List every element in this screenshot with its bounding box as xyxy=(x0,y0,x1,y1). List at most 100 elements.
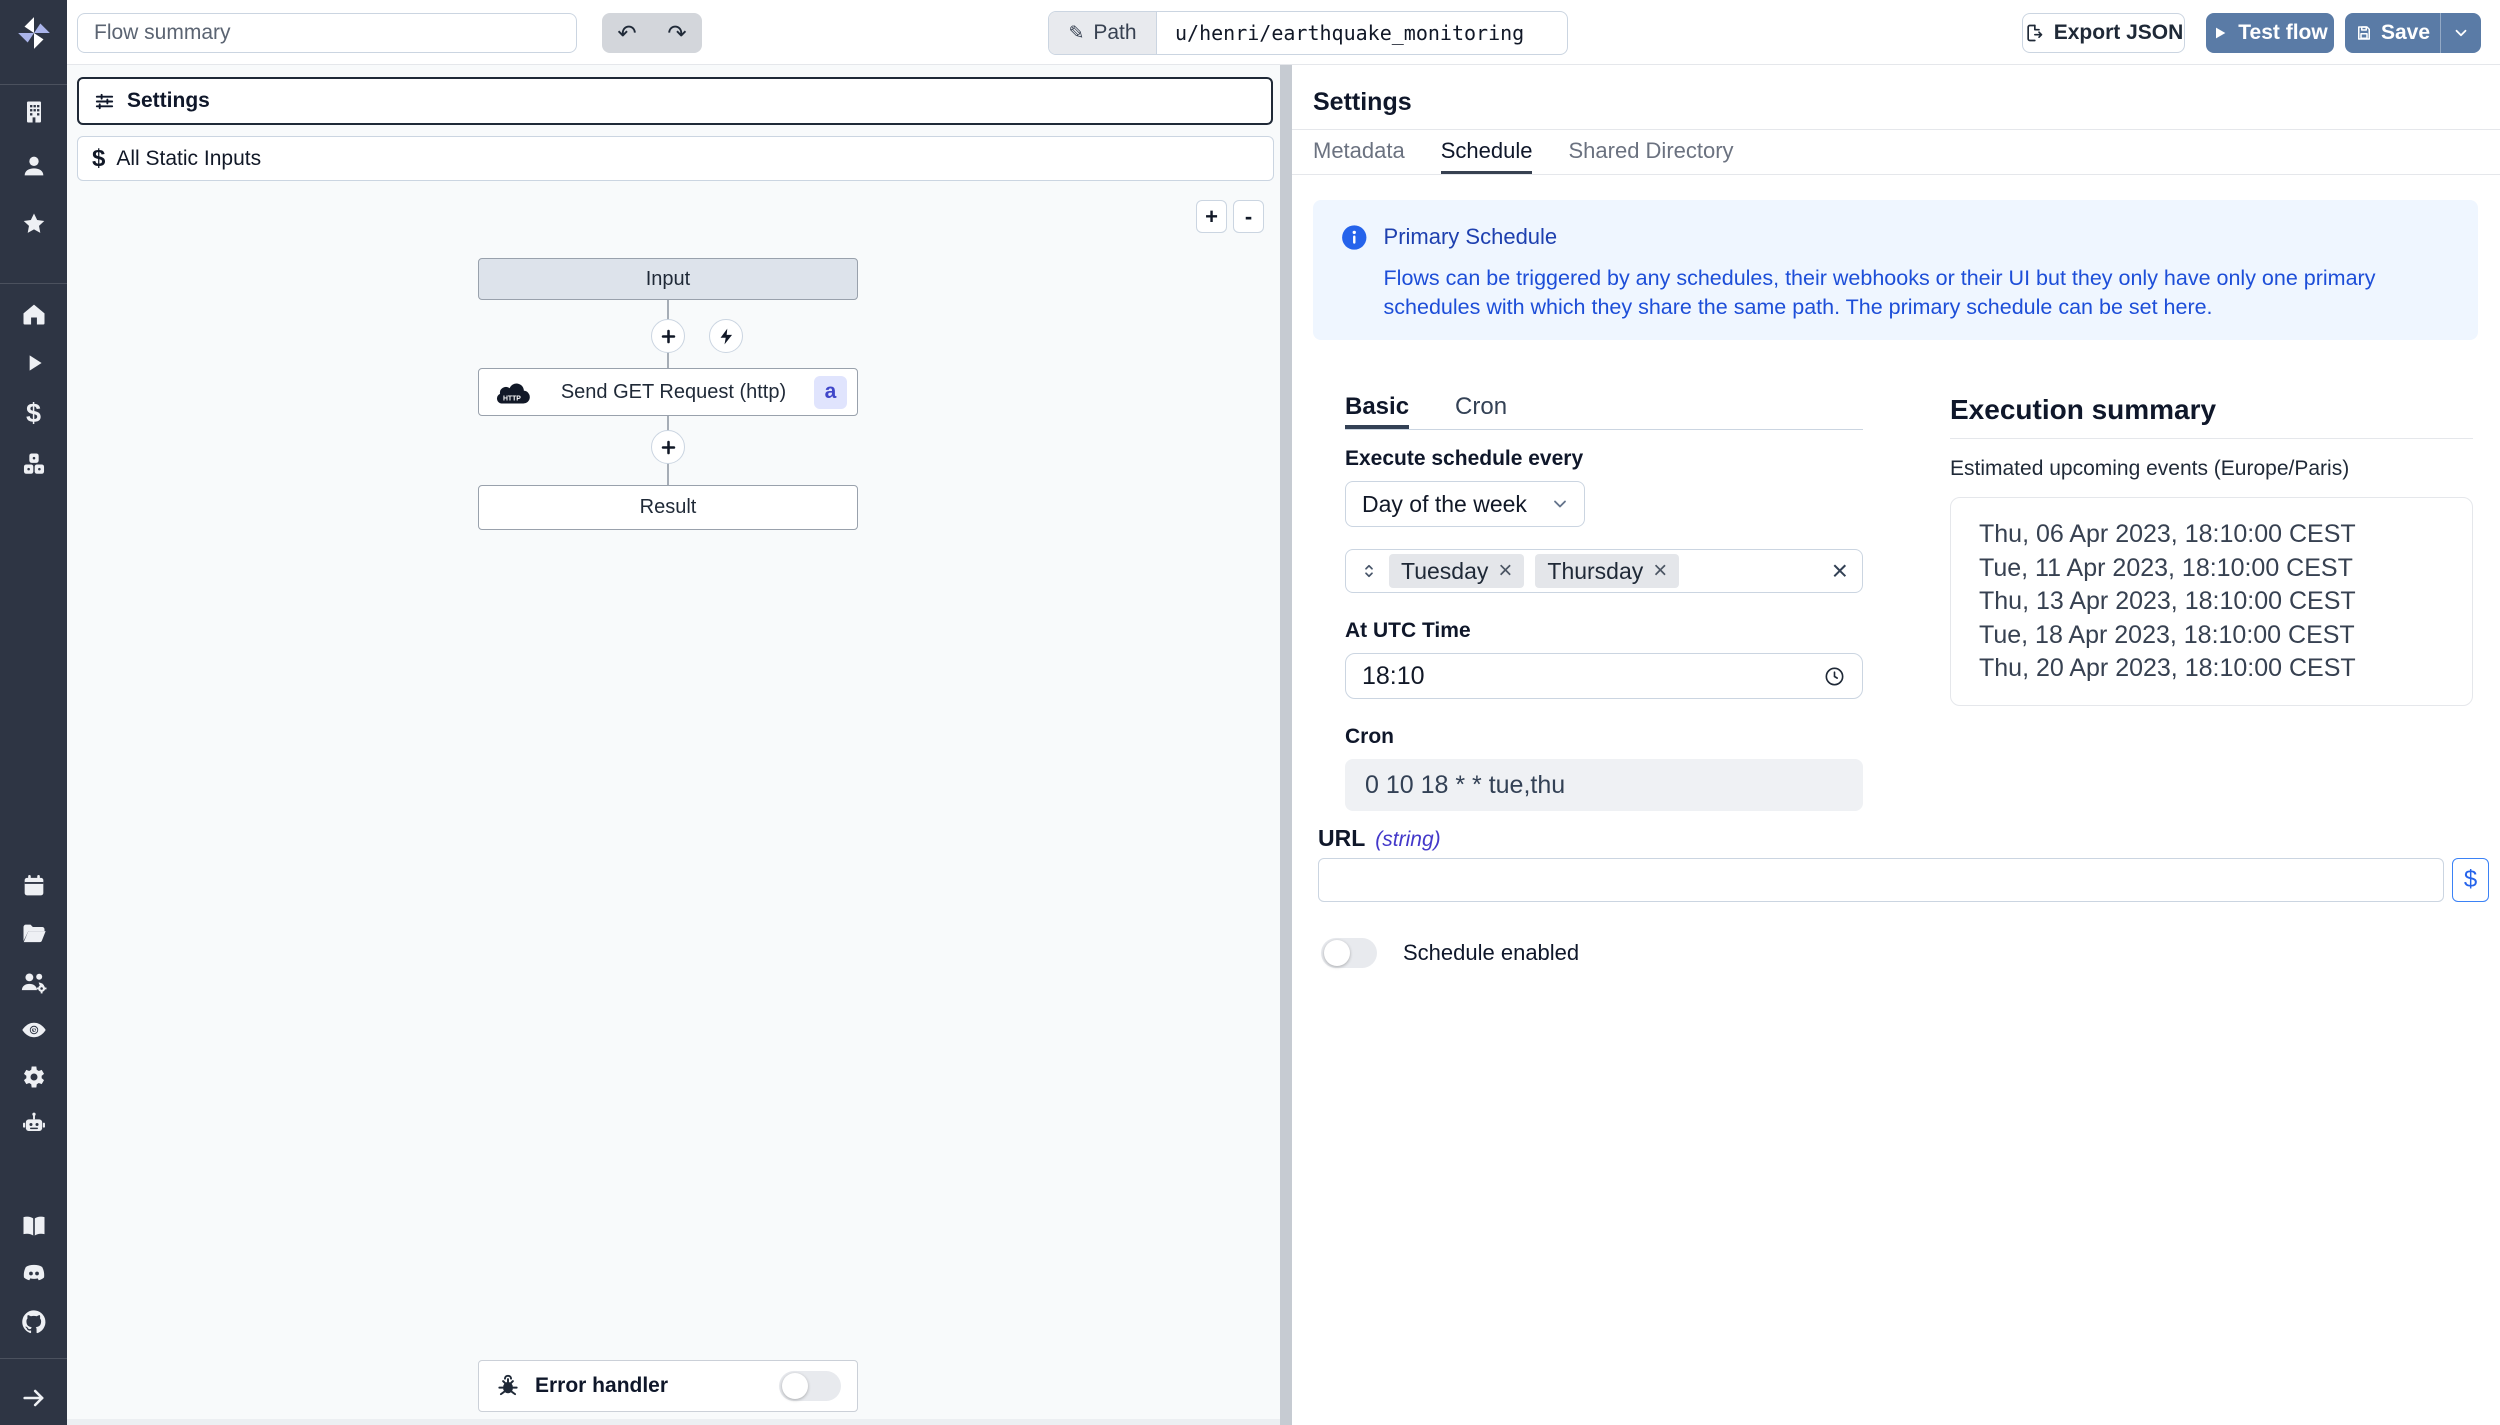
utc-time-value: 18:10 xyxy=(1362,661,1425,690)
sidebar-item-runs[interactable] xyxy=(0,350,67,376)
flow-summary-input[interactable] xyxy=(77,13,577,53)
folder-icon xyxy=(23,924,46,943)
zoom-out-label: - xyxy=(1244,203,1253,229)
play-icon xyxy=(2216,27,2226,39)
pane-resize-gutter[interactable] xyxy=(1280,65,1292,1425)
event-row: Thu, 13 Apr 2023, 18:10:00 CEST xyxy=(1979,587,2356,615)
remove-day-button[interactable]: × xyxy=(1653,557,1667,585)
sidebar-item-logo[interactable] xyxy=(0,14,67,52)
save-label: Save xyxy=(2380,21,2431,44)
flow-node-step[interactable]: HTTP Send GET Request (http) a xyxy=(478,368,858,416)
topbar: ↶ ↷ ✎ Path u/henri/earthquake_monitoring… xyxy=(67,0,2500,65)
upcoming-events-box: Thu, 06 Apr 2023, 18:10:00 CEST Tue, 11 … xyxy=(1950,497,2473,706)
tab-metadata[interactable]: Metadata xyxy=(1313,130,1405,174)
github-icon xyxy=(21,1310,45,1334)
app-sidebar: $ xyxy=(0,0,67,1425)
sidebar-item-variables[interactable]: $ xyxy=(0,398,67,429)
info-title: Primary Schedule xyxy=(1383,224,1558,249)
interval-select[interactable]: Day of the week xyxy=(1345,481,1585,527)
gear-icon xyxy=(23,1066,44,1088)
eye-icon xyxy=(21,1022,46,1038)
save-dropdown-button[interactable] xyxy=(2440,13,2481,53)
bug-icon xyxy=(498,1374,518,1396)
sidebar-item-discord[interactable] xyxy=(0,1260,67,1288)
add-trigger-button[interactable] xyxy=(709,319,743,353)
toggle-knob xyxy=(782,1373,808,1399)
day-pill-label: Thursday xyxy=(1547,557,1644,584)
sidebar-item-settings[interactable] xyxy=(0,1063,67,1091)
sidebar-item-github[interactable] xyxy=(0,1308,67,1336)
redo-button[interactable]: ↷ xyxy=(652,13,702,53)
path-label: Path xyxy=(1093,21,1137,44)
lightning-bolt-icon xyxy=(720,328,732,344)
subtab-cron[interactable]: Cron xyxy=(1455,393,1507,429)
sliders-icon xyxy=(95,93,114,109)
subtab-basic[interactable]: Basic xyxy=(1345,393,1410,429)
days-multiselect[interactable]: Tuesday × Thursday × × xyxy=(1345,549,1863,593)
dollar-icon: $ xyxy=(92,144,106,172)
chevron-down-icon xyxy=(2455,29,2467,37)
user-icon xyxy=(24,156,43,176)
schedule-subtabs: Basic Cron xyxy=(1345,393,1863,430)
sidebar-item-folders[interactable] xyxy=(0,920,67,948)
sidebar-item-favorites[interactable] xyxy=(0,210,67,238)
cron-expression: 0 10 18 * * tue,thu xyxy=(1345,759,1863,811)
export-json-label: Export JSON xyxy=(2053,21,2184,44)
url-label: URL xyxy=(1318,825,1366,851)
execute-every-label: Execute schedule every xyxy=(1345,447,1584,470)
sidebar-item-audit-logs[interactable] xyxy=(0,1016,67,1044)
result-node-label: Result xyxy=(639,496,697,518)
clock-icon xyxy=(1825,667,1844,685)
event-row: Thu, 06 Apr 2023, 18:10:00 CEST xyxy=(1979,520,2356,548)
primary-schedule-info-box: Primary Schedule Flows can be triggered … xyxy=(1313,200,2478,340)
add-step-button[interactable] xyxy=(651,319,685,353)
export-json-button[interactable]: Export JSON xyxy=(2022,13,2185,53)
sidebar-item-resources[interactable] xyxy=(0,450,67,478)
robot-icon xyxy=(22,1112,45,1131)
sidebar-divider xyxy=(0,1358,67,1359)
utc-time-input[interactable]: 18:10 xyxy=(1345,653,1863,699)
sidebar-item-user[interactable] xyxy=(0,152,67,180)
canvas-zoom-in-button[interactable]: + xyxy=(1196,200,1227,233)
flow-settings-box[interactable]: Settings xyxy=(77,77,1273,125)
input-node-label: Input xyxy=(645,267,691,290)
error-handler-toggle[interactable] xyxy=(779,1371,841,1401)
save-button-group: Save xyxy=(2345,13,2481,53)
sidebar-expand-button[interactable] xyxy=(0,1384,67,1412)
test-flow-button[interactable]: Test flow xyxy=(2206,13,2334,53)
sidebar-item-workspace[interactable] xyxy=(0,98,67,126)
execution-summary-title: Execution summary xyxy=(1950,394,2217,425)
error-handler-label: Error handler xyxy=(535,1374,669,1397)
sidebar-item-docs[interactable] xyxy=(0,1212,67,1240)
canvas-zoom-out-button[interactable]: - xyxy=(1233,200,1264,233)
sidebar-item-schedules[interactable] xyxy=(0,872,67,900)
add-step-button[interactable] xyxy=(651,430,685,464)
sidebar-item-ai[interactable] xyxy=(0,1110,67,1138)
test-flow-label: Test flow xyxy=(2238,21,2328,44)
flow-node-result[interactable]: Result xyxy=(478,485,858,530)
all-static-inputs-box[interactable]: $ All Static Inputs xyxy=(77,136,1274,181)
schedule-enabled-toggle[interactable] xyxy=(1321,938,1377,968)
sidebar-item-groups[interactable] xyxy=(0,968,67,996)
sidebar-item-home[interactable] xyxy=(0,300,67,328)
day-pill: Thursday × xyxy=(1535,554,1680,588)
tab-schedule[interactable]: Schedule xyxy=(1440,130,1533,174)
pencil-icon: ✎ xyxy=(1068,22,1085,44)
insert-variable-button[interactable]: $ xyxy=(2452,858,2489,902)
tab-shared-directory[interactable]: Shared Directory xyxy=(1568,130,1733,174)
path-label-section: ✎ Path xyxy=(1049,12,1157,54)
clear-days-button[interactable]: × xyxy=(1832,557,1848,585)
windmill-logo-icon xyxy=(17,17,50,49)
http-cloud-icon: HTTP xyxy=(496,382,530,404)
calendar-icon xyxy=(24,875,43,896)
flow-node-input[interactable]: Input xyxy=(478,258,858,300)
all-static-inputs-label: All Static Inputs xyxy=(116,146,262,170)
remove-day-button[interactable]: × xyxy=(1498,557,1512,585)
url-input[interactable] xyxy=(1318,858,2444,902)
undo-button[interactable]: ↶ xyxy=(602,13,652,53)
cubes-icon xyxy=(23,453,44,474)
save-button[interactable]: Save xyxy=(2345,13,2440,53)
schedule-enabled-label: Schedule enabled xyxy=(1403,940,1580,965)
path-group[interactable]: ✎ Path u/henri/earthquake_monitoring xyxy=(1048,11,1568,55)
error-handler-node[interactable]: Error handler xyxy=(478,1360,858,1412)
